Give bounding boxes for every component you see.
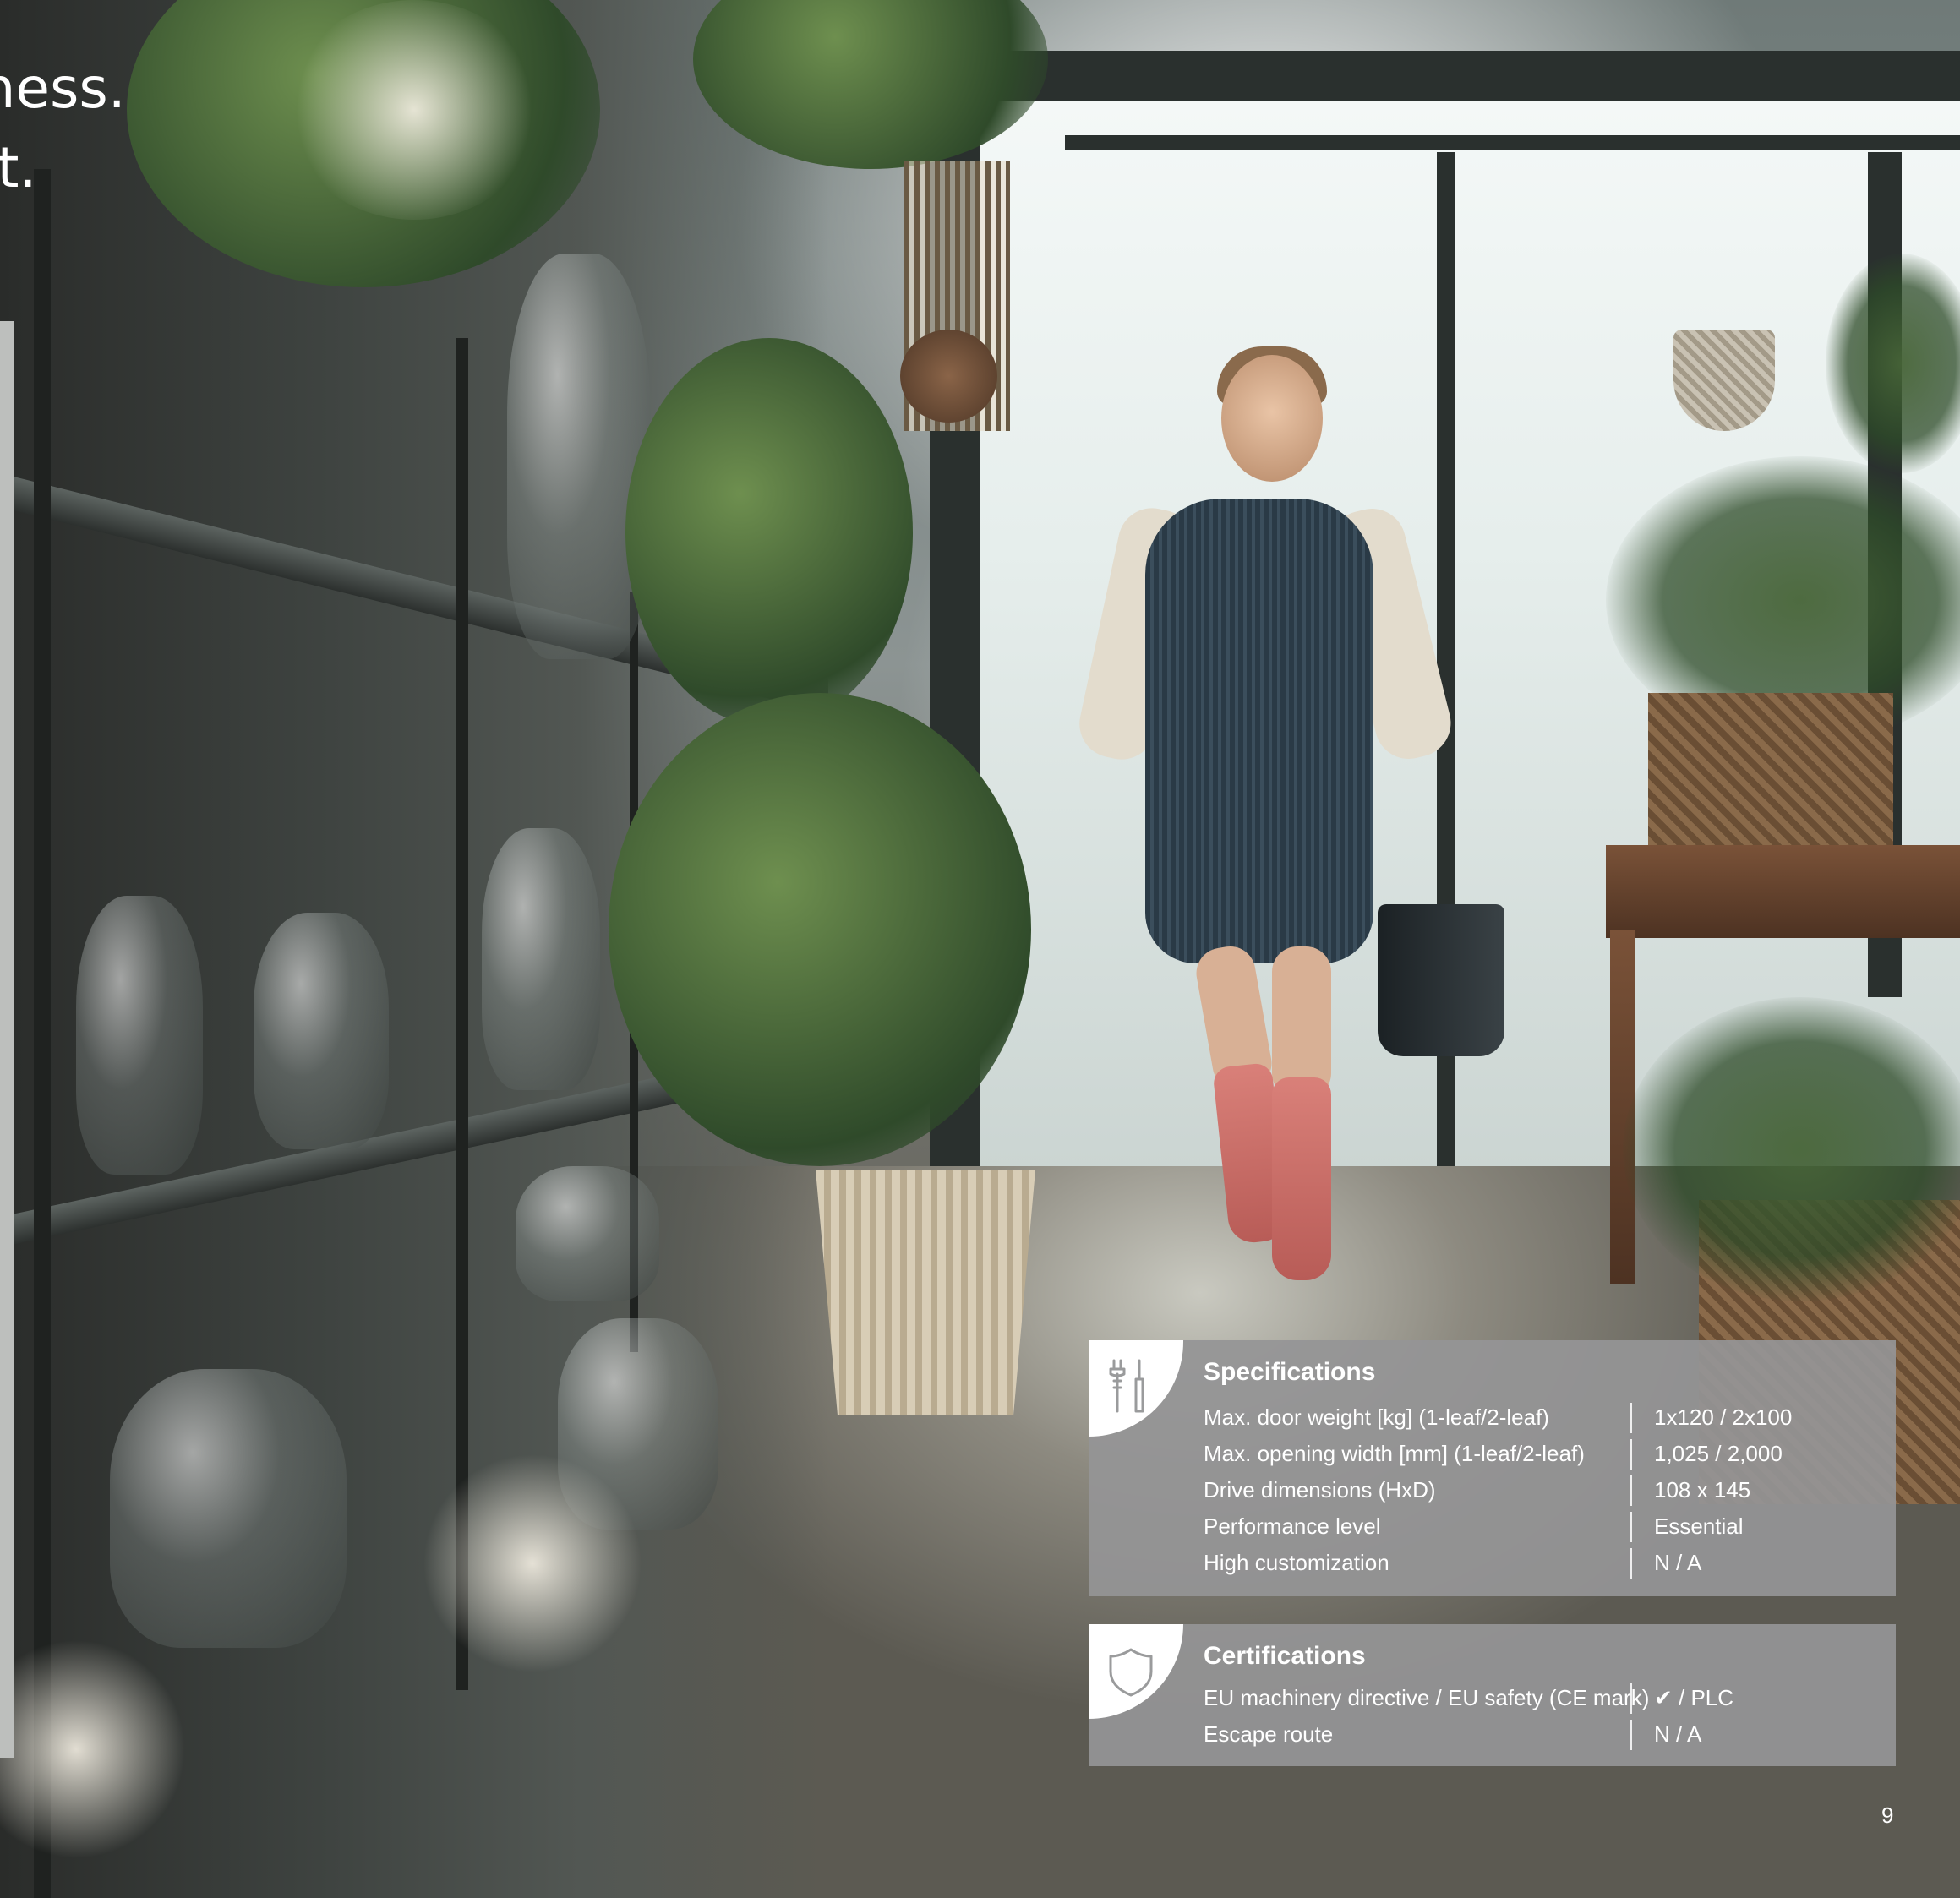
column-divider — [1630, 1547, 1632, 1579]
specifications-icon-tab — [1089, 1340, 1183, 1437]
spec-label: Drive dimensions (HxD) — [1204, 1477, 1436, 1503]
spec-label: Max. door weight [kg] (1-leaf/2-leaf) — [1204, 1404, 1549, 1430]
spec-label: Max. opening width [mm] (1-leaf/2-leaf) — [1204, 1441, 1585, 1466]
column-divider — [1630, 1402, 1632, 1433]
spec-value: Essential — [1654, 1513, 1744, 1539]
spec-row: Performance level Essential — [1204, 1508, 1896, 1545]
column-divider — [1630, 1438, 1632, 1470]
spec-value: 108 x 145 — [1654, 1477, 1751, 1503]
cert-label: Escape route — [1204, 1721, 1334, 1747]
spec-value: 1x120 / 2x100 — [1654, 1404, 1793, 1430]
spec-row: Max. door weight [kg] (1-leaf/2-leaf) 1x… — [1204, 1399, 1896, 1436]
specifications-table: Max. door weight [kg] (1-leaf/2-leaf) 1x… — [1204, 1399, 1896, 1581]
spec-row: High customization N / A — [1204, 1545, 1896, 1581]
heading-line-1: usiness. — [0, 56, 126, 121]
heading-line-2: et. — [0, 135, 37, 200]
column-divider — [1630, 1475, 1632, 1506]
cert-label: EU machinery directive / EU safety (CE m… — [1204, 1685, 1650, 1710]
certifications-table: EU machinery directive / EU safety (CE m… — [1204, 1680, 1896, 1753]
tools-icon — [1109, 1359, 1144, 1413]
cert-row: Escape route N / A — [1204, 1716, 1896, 1753]
specifications-panel: Specifications Max. door weight [kg] (1-… — [1089, 1340, 1896, 1596]
spec-row: Max. opening width [mm] (1-leaf/2-leaf) … — [1204, 1436, 1896, 1472]
column-divider — [1630, 1683, 1632, 1714]
spec-label: Performance level — [1204, 1513, 1381, 1539]
spec-value: N / A — [1654, 1550, 1702, 1575]
spec-row: Drive dimensions (HxD) 108 x 145 — [1204, 1472, 1896, 1508]
spec-value: 1,025 / 2,000 — [1654, 1441, 1783, 1466]
shield-icon — [1109, 1648, 1153, 1697]
certifications-panel: Certifications EU machinery directive / … — [1089, 1624, 1896, 1766]
cert-row: EU machinery directive / EU safety (CE m… — [1204, 1680, 1896, 1716]
page-heading: usiness. et. — [0, 49, 126, 208]
certifications-icon-tab — [1089, 1624, 1183, 1719]
brochure-page: usiness. et. Specifications Max. door we… — [0, 0, 1960, 1898]
column-divider — [1630, 1511, 1632, 1542]
specifications-title: Specifications — [1204, 1358, 1376, 1386]
cert-value: N / A — [1654, 1721, 1702, 1747]
certifications-title: Certifications — [1204, 1642, 1366, 1670]
cert-value: ✔ / PLC — [1654, 1685, 1734, 1710]
page-number: 9 — [1881, 1803, 1894, 1828]
column-divider — [1630, 1719, 1632, 1750]
spec-label: High customization — [1204, 1550, 1389, 1575]
